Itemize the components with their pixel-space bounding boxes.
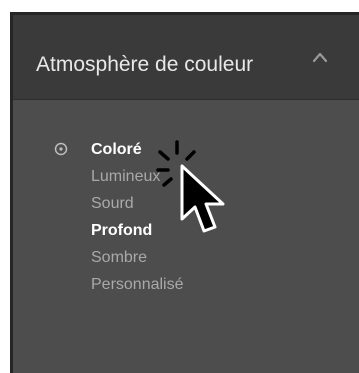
chevron-up-icon[interactable] [312,51,328,63]
option-colore[interactable]: Coloré [91,140,142,160]
option-sombre[interactable]: Sombre [91,248,147,268]
option-sourd[interactable]: Sourd [91,194,134,214]
arrow-cursor-click-icon [156,140,225,233]
radio-selected-icon[interactable] [54,142,68,156]
screenshot-frame: Atmosphère de couleur Coloré Lumineux So… [0,0,359,373]
option-profond[interactable]: Profond [91,221,152,241]
option-personnalise[interactable]: Personnalisé [91,275,184,295]
panel-title: Atmosphère de couleur [36,53,254,76]
panel-header: Atmosphère de couleur [13,15,359,100]
